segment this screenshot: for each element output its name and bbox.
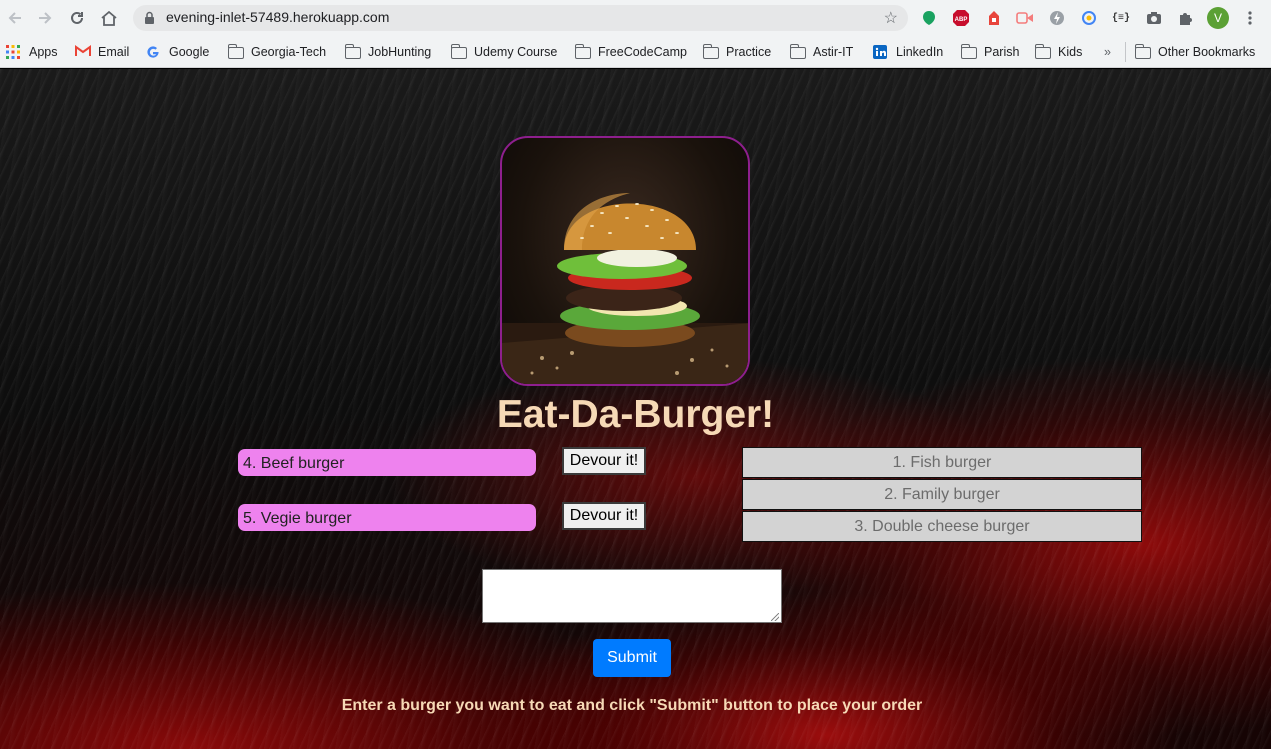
bookmark-email[interactable]: Email (75, 43, 129, 61)
lightning-extension-icon[interactable] (1048, 9, 1066, 27)
apps-grid-icon (6, 45, 22, 59)
puzzle-extensions-icon[interactable] (1177, 9, 1195, 27)
bookmark-apps[interactable]: Apps (6, 43, 58, 61)
bookmark-udemy-course[interactable]: Udemy Course (450, 43, 558, 61)
browser-toolbar: evening-inlet-57489.herokuapp.com ☆ ABP … (0, 0, 1271, 36)
bookmark-label: Kids (1058, 45, 1083, 59)
devoured-burger-item: 2. Family burger (742, 479, 1142, 510)
red-extension-icon[interactable] (985, 9, 1003, 27)
gmail-icon (75, 45, 91, 59)
instruction-text: Enter a burger you want to eat and click… (341, 697, 923, 714)
kebab-menu-icon[interactable] (1241, 9, 1259, 27)
bookmark-kids[interactable]: Kids (1034, 43, 1083, 61)
address-bar[interactable]: evening-inlet-57489.herokuapp.com ☆ (133, 5, 908, 31)
bookmarks-divider (1125, 42, 1126, 62)
bookmarks-overflow-button[interactable]: » (1104, 43, 1111, 61)
bookmark-label: FreeCodeCamp (598, 45, 687, 59)
bookmark-other-bookmarks[interactable]: Other Bookmarks (1134, 43, 1256, 61)
json-extension-label: {≡} (1112, 12, 1131, 24)
page-title: Eat-Da-Burger! (496, 393, 775, 436)
bookmark-label: Apps (29, 45, 58, 59)
folder-icon (702, 44, 719, 59)
bookmark-label: Udemy Course (474, 45, 558, 59)
profile-avatar[interactable]: V (1207, 7, 1229, 29)
bookmark-label: Practice (726, 45, 772, 59)
bookmark-astir-it[interactable]: Astir-IT (789, 43, 854, 61)
bookmark-label: Email (98, 45, 130, 59)
bookmark-practice[interactable]: Practice (702, 43, 772, 61)
home-icon[interactable] (99, 8, 119, 28)
bookmark-parish[interactable]: Parish (960, 43, 1020, 61)
devour-button[interactable]: Devour it! (562, 502, 646, 530)
reload-icon[interactable] (67, 8, 87, 28)
folder-icon (344, 44, 361, 59)
linkedin-icon (873, 45, 889, 59)
bookmark-linkedin[interactable]: LinkedIn (873, 43, 943, 61)
devoured-burger-item: 1. Fish burger (742, 447, 1142, 478)
folder-icon (960, 44, 977, 59)
page-background: Eat-Da-Burger! 4. Beef burger Devour it!… (0, 69, 1271, 749)
devoured-burger-item: 3. Double cheese burger (742, 511, 1142, 542)
bookmark-label: Parish (984, 45, 1020, 59)
bookmark-jobhunting[interactable]: JobHunting (344, 43, 432, 61)
green-extension-icon[interactable] (920, 9, 938, 27)
bookmark-label: Georgia-Tech (251, 45, 327, 59)
bookmark-label: Google (169, 45, 210, 59)
bookmark-georgia-tech[interactable]: Georgia-Tech (227, 43, 327, 61)
burger-name-textarea[interactable] (482, 569, 782, 623)
folder-icon (450, 44, 467, 59)
bookmark-label: LinkedIn (896, 45, 944, 59)
textarea-resize-handle[interactable] (771, 613, 779, 621)
folder-icon (789, 44, 806, 59)
bookmark-label: Astir-IT (813, 45, 854, 59)
camera-icon[interactable] (1145, 9, 1163, 27)
adblock-label: ABP (955, 17, 968, 23)
bookmark-star-icon[interactable]: ☆ (884, 8, 898, 28)
uneaten-burger-label: 5. Vegie burger (238, 504, 536, 531)
folder-icon (574, 44, 591, 59)
folder-icon (1034, 44, 1051, 59)
bookmark-label: Other Bookmarks (1158, 45, 1256, 59)
back-arrow-icon[interactable] (5, 8, 25, 28)
json-extension-icon[interactable]: {≡} (1112, 9, 1130, 27)
lock-icon (144, 11, 156, 25)
devour-button[interactable]: Devour it! (562, 447, 646, 475)
bookmark-google[interactable]: Google (146, 43, 209, 61)
burger-image (500, 136, 750, 386)
folder-icon (227, 44, 244, 59)
video-extension-icon[interactable] (1016, 9, 1034, 27)
submit-button[interactable]: Submit (593, 639, 671, 677)
adblock-icon[interactable]: ABP (952, 9, 970, 27)
folder-icon (1134, 44, 1151, 59)
colorful-extension-icon[interactable] (1080, 9, 1098, 27)
bookmark-freecodecamp[interactable]: FreeCodeCamp (574, 43, 687, 61)
forward-arrow-icon[interactable] (35, 8, 55, 28)
bookmark-label: JobHunting (368, 45, 432, 59)
url-text: evening-inlet-57489.herokuapp.com (166, 9, 390, 25)
bookmarks-bar: Apps Email Google Georgia-Tech JobHuntin… (0, 36, 1271, 68)
google-icon (146, 45, 162, 59)
uneaten-burger-label: 4. Beef burger (238, 449, 536, 476)
